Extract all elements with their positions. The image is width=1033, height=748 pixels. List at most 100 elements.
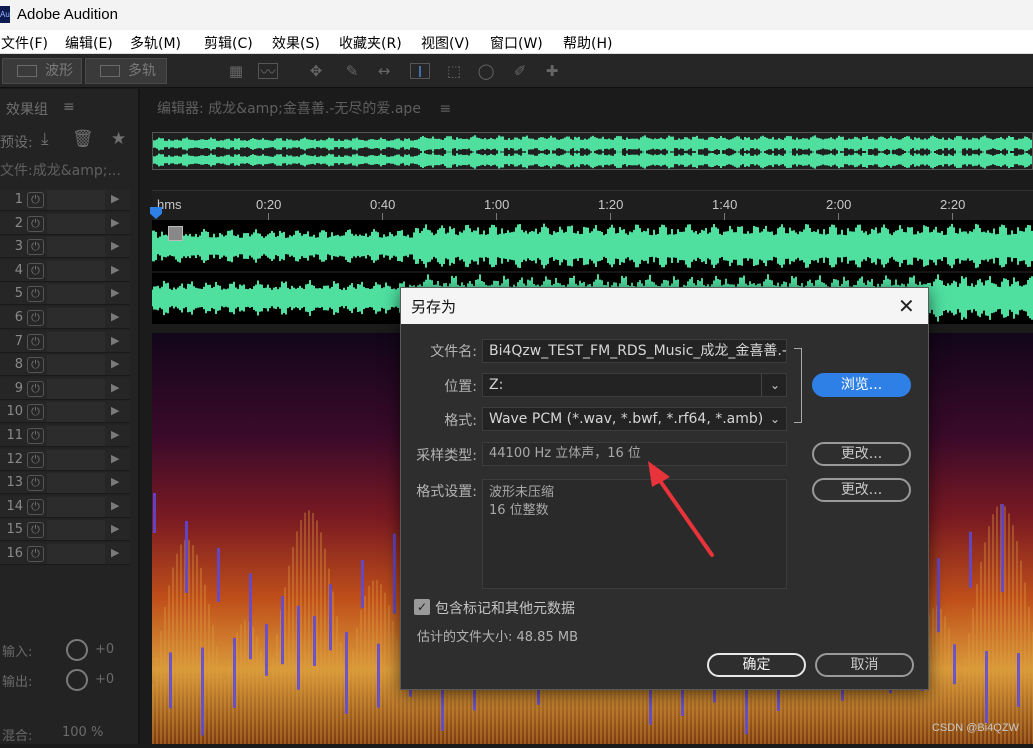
play-arrow-icon[interactable]: ▶ bbox=[111, 475, 119, 488]
spot-healing-tool-icon[interactable]: ✚ bbox=[542, 63, 562, 79]
rack-effect-name[interactable] bbox=[47, 402, 105, 423]
menu-multitrack[interactable]: 多轨(M) bbox=[130, 33, 181, 53]
slip-tool-icon[interactable]: ↔ bbox=[374, 63, 394, 79]
effects-rack-slot[interactable]: 8 ⏻ ▶ bbox=[0, 354, 130, 377]
power-icon[interactable]: ⏻ bbox=[27, 475, 44, 492]
effects-rack-slot[interactable]: 12 ⏻ ▶ bbox=[0, 448, 130, 471]
power-icon[interactable]: ⏻ bbox=[27, 262, 44, 279]
save-preset-icon[interactable]: ⤓ bbox=[41, 129, 49, 149]
power-icon[interactable]: ⏻ bbox=[27, 357, 44, 374]
menu-view[interactable]: 视图(V) bbox=[421, 33, 470, 53]
lasso-tool-icon[interactable]: ◯ bbox=[476, 63, 496, 79]
play-arrow-icon[interactable]: ▶ bbox=[111, 192, 119, 205]
cancel-button[interactable]: 取消 bbox=[815, 653, 914, 677]
power-icon[interactable]: ⏻ bbox=[27, 546, 44, 562]
multitrack-mode-button[interactable]: 多轨 bbox=[85, 58, 167, 84]
input-gain-knob[interactable] bbox=[66, 639, 88, 661]
envelope-toggle-icon[interactable] bbox=[168, 226, 183, 241]
play-arrow-icon[interactable]: ▶ bbox=[111, 216, 119, 229]
rack-effect-name[interactable] bbox=[47, 355, 105, 376]
play-arrow-icon[interactable]: ▶ bbox=[111, 404, 119, 417]
effects-rack-slot[interactable]: 14 ⏻ ▶ bbox=[0, 495, 130, 518]
effects-rack-slot[interactable]: 5 ⏻ ▶ bbox=[0, 283, 130, 306]
effects-rack-slot[interactable]: 16 ⏻ ▶ bbox=[0, 543, 130, 565]
rack-effect-name[interactable] bbox=[47, 308, 105, 328]
browse-button[interactable]: 浏览... bbox=[812, 373, 911, 397]
change-format-settings-button[interactable]: 更改... bbox=[812, 478, 911, 502]
brush-tool-icon[interactable]: ✐ bbox=[510, 63, 530, 79]
effects-rack-slot[interactable]: 2 ⏻ ▶ bbox=[0, 212, 130, 235]
waveform-overview[interactable] bbox=[152, 132, 1033, 170]
menu-edit[interactable]: 编辑(E) bbox=[65, 33, 113, 53]
power-icon[interactable]: ⏻ bbox=[27, 333, 44, 350]
menu-favorites[interactable]: 收藏夹(R) bbox=[339, 33, 402, 53]
rack-effect-name[interactable] bbox=[47, 190, 105, 210]
play-arrow-icon[interactable]: ▶ bbox=[111, 499, 119, 512]
menu-file[interactable]: 文件(F) bbox=[1, 33, 48, 53]
change-sample-type-button[interactable]: 更改... bbox=[812, 442, 911, 466]
editor-tab-title[interactable]: 编辑器: 成龙&amp;金喜善.-无尽的爱.ape ≡ bbox=[157, 98, 451, 118]
power-icon[interactable]: ⏻ bbox=[27, 239, 44, 256]
play-arrow-icon[interactable]: ▶ bbox=[111, 239, 119, 252]
menu-effects[interactable]: 效果(S) bbox=[272, 33, 320, 53]
rack-effect-name[interactable] bbox=[47, 237, 105, 258]
location-select[interactable]: Z: ⌄ bbox=[482, 373, 787, 397]
menu-window[interactable]: 窗口(W) bbox=[490, 33, 543, 53]
effects-rack-slot[interactable]: 4 ⏻ ▶ bbox=[0, 259, 130, 282]
rack-effect-name[interactable] bbox=[47, 520, 105, 541]
playhead-marker-icon[interactable] bbox=[150, 207, 162, 219]
power-icon[interactable]: ⏻ bbox=[27, 192, 44, 208]
power-icon[interactable]: ⏻ bbox=[27, 286, 44, 303]
editor-menu-icon[interactable]: ≡ bbox=[439, 101, 451, 117]
effects-rack-slot[interactable]: 13 ⏻ ▶ bbox=[0, 472, 130, 495]
play-arrow-icon[interactable]: ▶ bbox=[111, 357, 119, 370]
rack-effect-name[interactable] bbox=[47, 544, 105, 564]
power-icon[interactable]: ⏻ bbox=[27, 428, 44, 444]
output-gain-knob[interactable] bbox=[66, 669, 88, 691]
play-arrow-icon[interactable]: ▶ bbox=[111, 452, 119, 465]
rack-effect-name[interactable] bbox=[47, 426, 105, 446]
power-icon[interactable]: ⏻ bbox=[27, 404, 44, 421]
include-markers-checkbox[interactable]: ✓ bbox=[414, 599, 430, 615]
power-icon[interactable]: ⏻ bbox=[27, 522, 44, 539]
move-tool-icon[interactable]: ✥ bbox=[306, 63, 326, 79]
play-arrow-icon[interactable]: ▶ bbox=[111, 428, 119, 441]
play-arrow-icon[interactable]: ▶ bbox=[111, 310, 119, 323]
play-arrow-icon[interactable]: ▶ bbox=[111, 334, 119, 347]
effects-rack-slot[interactable]: 10 ⏻ ▶ bbox=[0, 401, 130, 424]
play-arrow-icon[interactable]: ▶ bbox=[111, 263, 119, 276]
razor-tool-icon[interactable]: ✎ bbox=[342, 63, 362, 79]
effects-rack-slot[interactable]: 1 ⏻ ▶ bbox=[0, 189, 130, 211]
rack-effect-name[interactable] bbox=[47, 260, 105, 281]
panel-menu-icon[interactable]: ≡ bbox=[63, 99, 75, 115]
spectral-frequency-icon[interactable]: ▦ bbox=[226, 63, 246, 79]
play-arrow-icon[interactable]: ▶ bbox=[111, 522, 119, 535]
power-icon[interactable]: ⏻ bbox=[27, 215, 44, 232]
rack-effect-name[interactable] bbox=[47, 473, 105, 494]
delete-preset-icon[interactable]: 🗑 bbox=[72, 129, 94, 149]
include-markers-label[interactable]: 包含标记和其他元数据 bbox=[435, 598, 575, 618]
format-select[interactable]: Wave PCM (*.wav, *.bwf, *.rf64, *.amb) ⌄ bbox=[482, 407, 787, 431]
effects-rack-slot[interactable]: 6 ⏻ ▶ bbox=[0, 307, 130, 329]
effects-rack-slot[interactable]: 15 ⏻ ▶ bbox=[0, 519, 130, 542]
rack-effect-name[interactable] bbox=[47, 496, 105, 517]
rack-effect-name[interactable] bbox=[47, 213, 105, 234]
effects-rack-slot[interactable]: 9 ⏻ ▶ bbox=[0, 377, 130, 400]
timeline-ruler[interactable]: hms 0:20 0:40 1:00 1:20 1:40 2:00 2:20 bbox=[150, 190, 1033, 221]
ok-button[interactable]: 确定 bbox=[707, 653, 806, 677]
close-icon[interactable]: ✕ bbox=[898, 294, 915, 318]
play-arrow-icon[interactable]: ▶ bbox=[111, 381, 119, 394]
effects-rack-slot[interactable]: 7 ⏻ ▶ bbox=[0, 330, 130, 353]
power-icon[interactable]: ⏻ bbox=[27, 451, 44, 468]
waveform-mode-button[interactable]: 波形 bbox=[2, 58, 82, 84]
play-arrow-icon[interactable]: ▶ bbox=[111, 286, 119, 299]
marquee-tool-icon[interactable]: ⬚ bbox=[444, 63, 464, 79]
power-icon[interactable]: ⏻ bbox=[27, 498, 44, 515]
spectral-pitch-icon[interactable]: 〰 bbox=[258, 63, 278, 80]
power-icon[interactable]: ⏻ bbox=[27, 380, 44, 397]
play-arrow-icon[interactable]: ▶ bbox=[111, 546, 119, 559]
rack-effect-name[interactable] bbox=[47, 284, 105, 305]
menu-clip[interactable]: 剪辑(C) bbox=[204, 33, 253, 53]
effects-rack-slot[interactable]: 11 ⏻ ▶ bbox=[0, 425, 130, 447]
rack-effect-name[interactable] bbox=[47, 449, 105, 470]
